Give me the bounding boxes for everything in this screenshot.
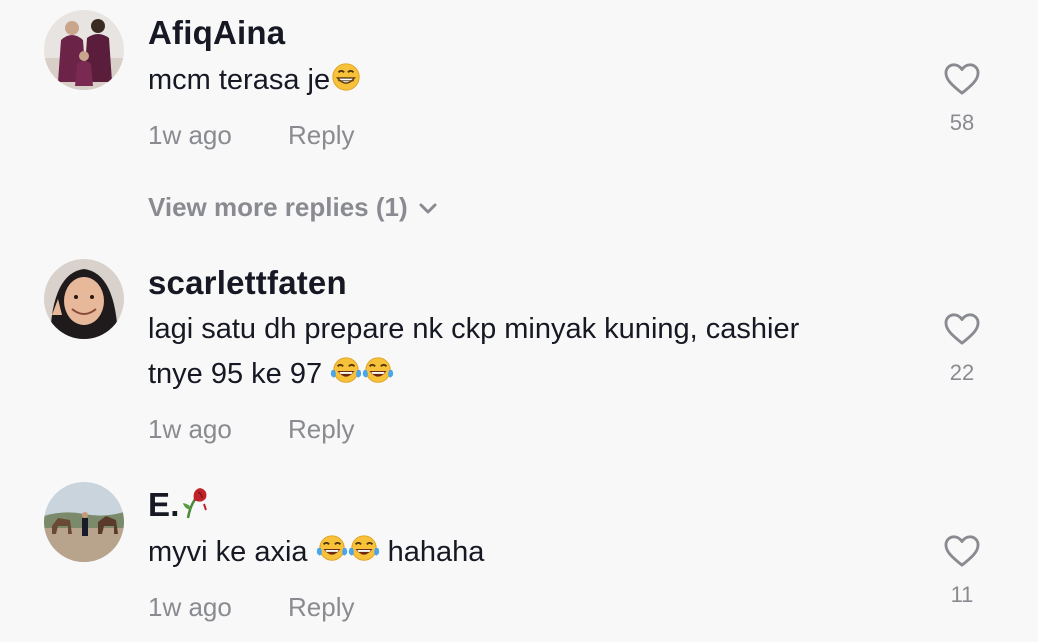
reply-button[interactable]: Reply	[288, 592, 354, 623]
tears-of-joy-emoji	[348, 533, 380, 579]
like-count: 58	[949, 110, 975, 135]
tears-of-joy-emoji	[316, 533, 348, 579]
avatar[interactable]	[44, 482, 124, 562]
comment-meta: 1w ago Reply	[148, 120, 354, 151]
comment-text: myvi ke axia hahaha	[148, 530, 908, 579]
wilted-rose-emoji	[180, 486, 210, 528]
comment-text: lagi satu dh prepare nk ckp minyak kunin…	[148, 307, 908, 401]
view-more-label: View more replies (1)	[148, 192, 408, 222]
like-button[interactable]: 22	[942, 312, 982, 386]
timestamp: 1w ago	[148, 414, 232, 444]
comment-meta: 1w ago Reply	[148, 592, 354, 623]
heart-icon	[943, 62, 981, 96]
heart-icon	[943, 312, 981, 346]
chevron-down-icon	[419, 203, 437, 214]
username[interactable]: AfiqAina	[148, 14, 285, 52]
timestamp: 1w ago	[148, 592, 232, 622]
heart-icon	[943, 534, 981, 568]
comment-text: mcm terasa je	[148, 58, 908, 107]
username[interactable]: scarlettfaten	[148, 264, 347, 302]
like-button[interactable]: 11	[942, 534, 982, 608]
avatar[interactable]	[44, 259, 124, 339]
like-button[interactable]: 58	[942, 62, 982, 136]
reply-button[interactable]: Reply	[288, 120, 354, 151]
like-count: 11	[950, 582, 974, 607]
tears-of-joy-emoji	[330, 355, 362, 401]
grinning-face-emoji	[330, 61, 362, 107]
like-count: 22	[949, 360, 975, 385]
timestamp: 1w ago	[148, 120, 232, 150]
username[interactable]: E.	[148, 486, 210, 528]
avatar[interactable]	[44, 10, 124, 90]
comment-meta: 1w ago Reply	[148, 414, 354, 445]
view-more-replies-button[interactable]: View more replies (1)	[148, 192, 438, 223]
tears-of-joy-emoji	[362, 355, 394, 401]
reply-button[interactable]: Reply	[288, 414, 354, 445]
